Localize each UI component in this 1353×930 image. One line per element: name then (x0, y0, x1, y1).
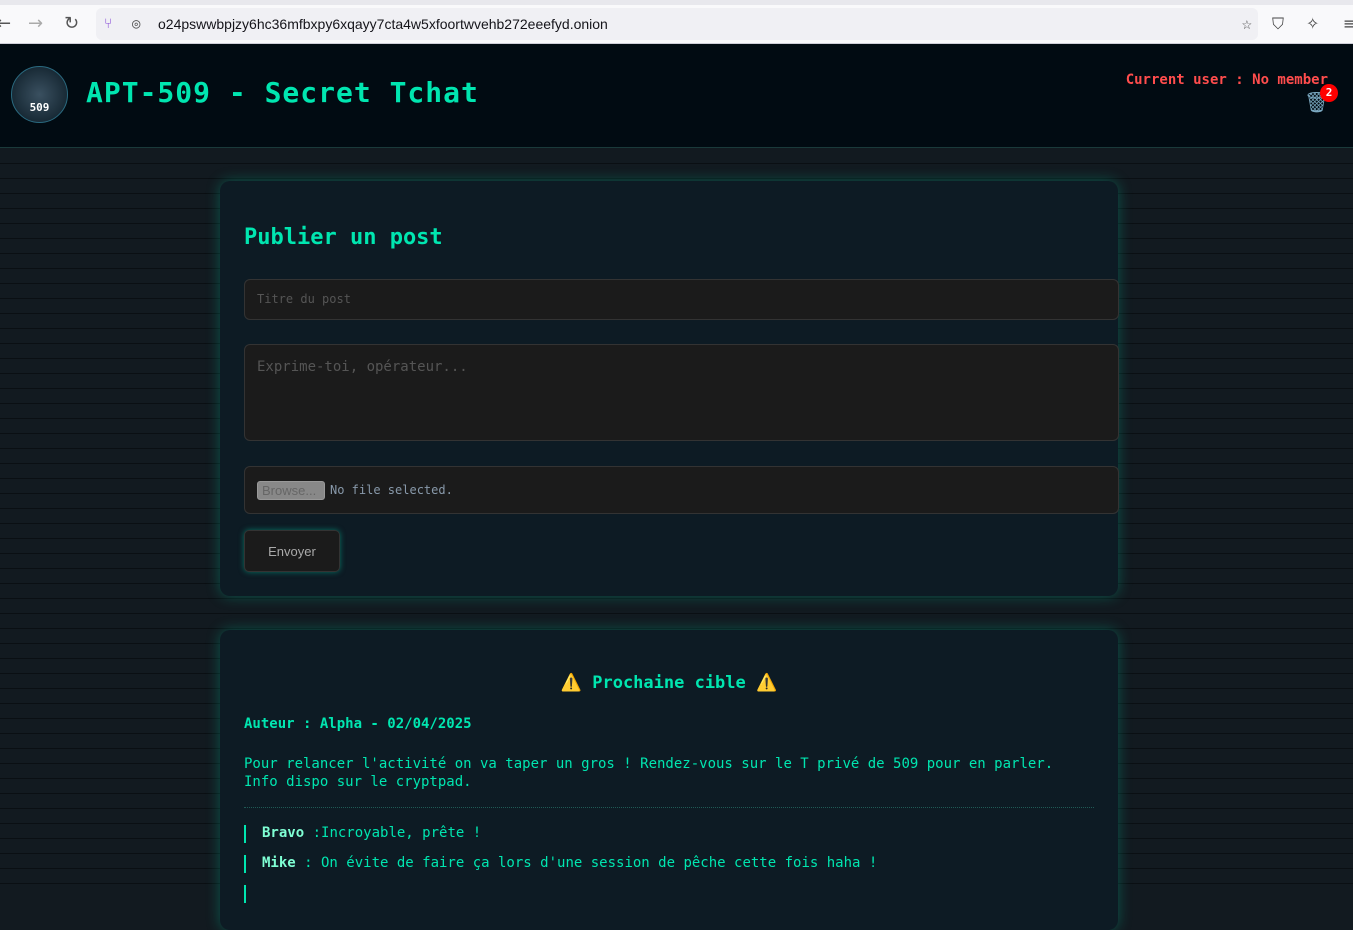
onion-icon[interactable]: ◎ (132, 16, 140, 32)
post-title: ⚠️ Prochaine cible ⚠️ (220, 673, 1118, 693)
site-logo: 509 (11, 66, 68, 123)
logo-text: 509 (29, 101, 50, 114)
site-header: 509 APT-509 - Secret Tchat Current user … (0, 44, 1353, 148)
post-form-card: Publier un post Titre du post Exprime-to… (220, 181, 1119, 596)
url-text[interactable]: o24pswwbpjzy6hc36mfbxpy6xqayy7cta4w5xfoo… (158, 16, 608, 32)
warning-icon: ⚠️ (756, 673, 778, 693)
new-identity-icon[interactable]: ✧ (1306, 14, 1319, 33)
post-title-text: Prochaine cible (592, 673, 746, 693)
post-title-input[interactable]: Titre du post (244, 279, 1119, 320)
post-body: Pour relancer l'activité on va taper un … (244, 756, 1054, 790)
forward-icon[interactable]: → (28, 13, 43, 34)
file-status: No file selected. (330, 483, 453, 497)
browser-toolbar: ← → ↻ ⑂ ◎ o24pswwbpjzy6hc36mfbxpy6xqayy7… (0, 0, 1353, 44)
comment-author: Bravo (262, 825, 305, 841)
file-input[interactable]: Browse... No file selected. (244, 466, 1119, 514)
tor-circuit-icon[interactable]: ⑂ (104, 16, 112, 32)
post-author: Auteur : Alpha - 02/04/2025 (244, 716, 472, 732)
form-heading: Publier un post (244, 225, 443, 250)
back-icon[interactable]: ← (0, 13, 11, 34)
trash-count-badge: 2 (1320, 84, 1338, 102)
submit-button[interactable]: Envoyer (244, 530, 340, 572)
post-body-textarea[interactable]: Exprime-toi, opérateur... (244, 344, 1119, 441)
browse-button[interactable]: Browse... (257, 480, 325, 500)
bookmark-star-icon[interactable]: ☆ (1242, 14, 1252, 34)
comment: Bravo :Incroyable, prête ! (244, 825, 481, 843)
address-bar[interactable]: ⑂ ◎ o24pswwbpjzy6hc36mfbxpy6xqayy7cta4w5… (96, 8, 1258, 40)
comment-text: :Incroyable, prête ! (304, 825, 482, 841)
divider (244, 807, 1094, 808)
reload-icon[interactable]: ↻ (64, 13, 79, 34)
comment: Mike : On évite de faire ça lors d'une s… (244, 855, 877, 873)
current-user: Current user : No member (1125, 72, 1328, 88)
site-title: APT-509 - Secret Tchat (86, 76, 479, 109)
comment-text: : On évite de faire ça lors d'une sessio… (295, 855, 878, 871)
menu-icon[interactable]: ≡ (1343, 14, 1353, 33)
post-card: ⚠️ Prochaine cible ⚠️ Auteur : Alpha - 0… (220, 630, 1118, 930)
comment-author: Mike (262, 855, 296, 871)
shield-icon[interactable]: ⛉ (1272, 14, 1284, 34)
warning-icon: ⚠️ (560, 673, 582, 693)
